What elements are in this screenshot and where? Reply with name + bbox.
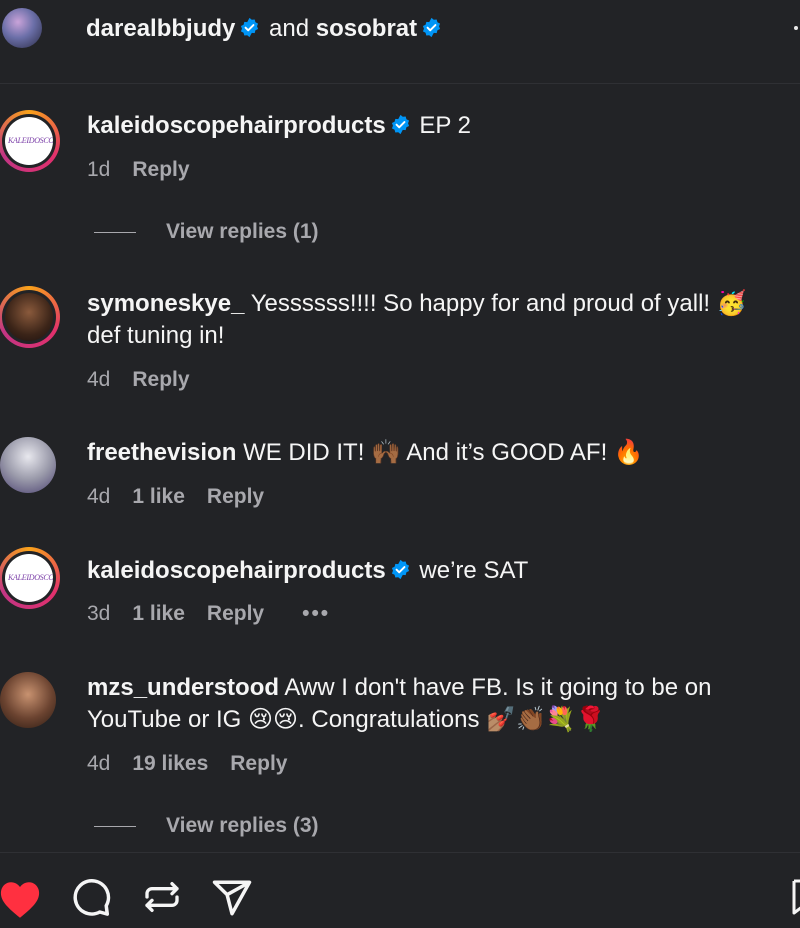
author-conjunction: and [269, 15, 310, 42]
commenter-avatar[interactable] [0, 286, 60, 348]
comment-text: freethevision WE DID IT! 🙌🏾 And it’s GOO… [87, 437, 777, 469]
reply-button[interactable]: Reply [132, 158, 189, 181]
comment-meta: 4d 1 like Reply [87, 485, 264, 509]
view-replies-button[interactable]: View replies (3) [94, 814, 319, 838]
comment-message: we’re SAT [419, 557, 529, 584]
like-count[interactable]: 1 like [132, 602, 185, 625]
like-count[interactable]: 19 likes [132, 752, 208, 775]
comment-username[interactable]: freethevision [87, 439, 236, 466]
save-icon[interactable] [788, 877, 800, 917]
comment-age: 4d [87, 485, 111, 508]
author-username-1[interactable]: darealbbjudy [86, 15, 235, 42]
comment-age: 1d [87, 158, 111, 181]
comment-meta: 3d 1 like Reply ••• [87, 602, 352, 626]
commenter-avatar[interactable]: KALEIDOSCOPE [0, 547, 60, 609]
author-avatar[interactable] [2, 8, 42, 48]
verified-icon [241, 17, 259, 38]
avatar-logo-text: KALEIDOSCOPE [8, 573, 53, 582]
like-count[interactable]: 1 like [132, 485, 185, 508]
comment-age: 3d [87, 602, 111, 625]
heart-icon[interactable] [0, 879, 42, 919]
reply-button[interactable]: Reply [207, 602, 264, 625]
comment-meta: 4d 19 likes Reply [87, 752, 287, 776]
comment-meta: 1d Reply [87, 158, 190, 182]
commenter-avatar[interactable]: KALEIDOSCOPE [0, 110, 60, 172]
comment-text: mzs_understood Aww I don't have FB. Is i… [87, 672, 777, 736]
view-replies-button[interactable]: View replies (1) [94, 220, 319, 244]
post-header: darealbbjudy and sosobrat [0, 0, 800, 84]
commenter-avatar[interactable] [0, 672, 56, 728]
comment-username[interactable]: kaleidoscopehairproducts [87, 112, 386, 139]
view-replies-label: View replies (1) [166, 220, 319, 243]
comment-username[interactable]: symoneskye_ [87, 290, 244, 317]
comment-icon[interactable] [70, 877, 112, 919]
author-names: darealbbjudy and sosobrat [86, 14, 444, 44]
comment-text: symoneskye_ Yessssss!!!! So happy for an… [87, 288, 777, 352]
comment-message: EP 2 [419, 112, 472, 139]
replies-divider [94, 825, 136, 827]
share-icon[interactable] [210, 877, 254, 919]
author-username-2[interactable]: sosobrat [316, 15, 417, 42]
verified-icon [423, 17, 441, 38]
comment-text: kaleidoscopehairproducts we’re SAT [87, 555, 777, 587]
more-options-icon[interactable]: ••• [302, 602, 330, 626]
repost-icon[interactable] [142, 877, 182, 917]
reply-button[interactable]: Reply [207, 485, 264, 508]
comment-username[interactable]: mzs_understood [87, 674, 279, 701]
view-replies-label: View replies (3) [166, 814, 319, 837]
comment-age: 4d [87, 368, 111, 391]
commenter-avatar[interactable] [0, 437, 56, 493]
post-action-bar [0, 852, 800, 928]
comment-age: 4d [87, 752, 111, 775]
comment-text: kaleidoscopehairproducts EP 2 [87, 110, 777, 142]
replies-divider [94, 231, 136, 233]
more-options-icon[interactable] [794, 26, 798, 30]
comment-username[interactable]: kaleidoscopehairproducts [87, 557, 386, 584]
reply-button[interactable]: Reply [230, 752, 287, 775]
verified-icon [391, 559, 409, 580]
comment-message: WE DID IT! 🙌🏾 And it’s GOOD AF! 🔥 [243, 439, 644, 466]
comment-meta: 4d Reply [87, 368, 190, 392]
verified-icon [391, 114, 409, 135]
avatar-logo-text: KALEIDOSCOPE [8, 136, 53, 145]
reply-button[interactable]: Reply [132, 368, 189, 391]
